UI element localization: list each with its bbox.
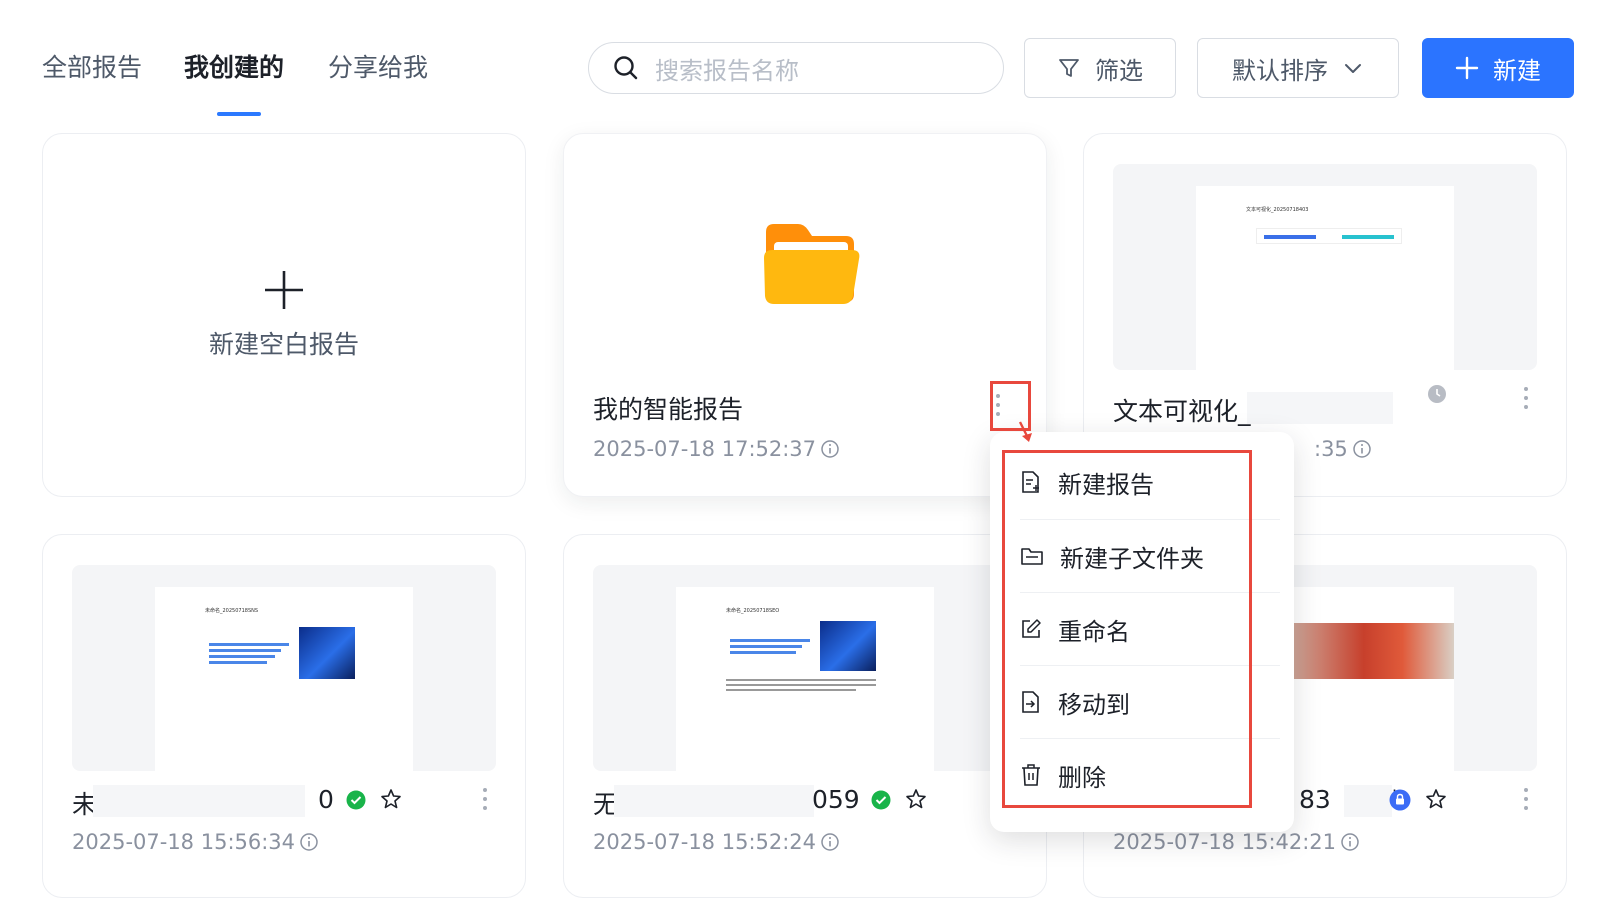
report-thumbnail: 未命名_20250718SEO [593,565,1017,771]
info-icon[interactable] [299,832,319,852]
tab-created-by-me[interactable]: 我创建的 [184,48,284,84]
thumbnail-heading: 未命名_20250718SNS [205,608,259,614]
card-date: 2025-07-18 15:42:21 [1113,830,1360,854]
sort-label: 默认排序 [1232,56,1328,85]
new-button-label: 新建 [1493,56,1541,85]
redacted-title-mask [1247,392,1393,424]
report-card-2[interactable]: 未命名_20250718SEO 无 059 2025-07-18 15:52:2… [563,534,1047,898]
thumbnail-heading: 文本可视化_20250718403 [1246,207,1309,213]
search-icon [614,56,638,80]
active-tab-indicator [217,112,261,116]
card-title-suffix: 0 [318,785,334,814]
thumbnail-heading: 未命名_20250718SEO [726,608,780,614]
clock-icon [1428,385,1446,403]
report-thumbnail: 文本可视化_20250718403 [1113,164,1537,370]
info-icon[interactable] [1340,832,1360,852]
more-options-button[interactable] [1514,781,1538,817]
star-icon[interactable] [905,788,927,810]
filter-icon [1059,59,1079,77]
card-date: 2025-07-18 15:56:34 [72,830,319,854]
tab-shared-with-me[interactable]: 分享给我 [328,48,428,84]
card-title-suffix: 059 [812,785,860,814]
star-icon[interactable] [380,788,402,810]
new-button[interactable]: 新建 [1422,38,1574,98]
report-card-1[interactable]: 未命名_20250718SNS 未 0 2025-07-18 15:56:34 [42,534,526,898]
more-options-button[interactable] [1514,380,1538,416]
info-icon[interactable] [820,832,840,852]
new-blank-report-label: 新建空白报告 [208,330,359,359]
folder-card[interactable]: 我的智能报告 2025-07-18 17:52:37 [563,133,1047,497]
card-date: 2025-07-18 15:52:24 [593,830,840,854]
filter-label: 筛选 [1095,56,1143,85]
card-title-suffix: 83 [1299,785,1331,814]
highlight-context-menu [1002,450,1252,808]
info-icon[interactable] [1352,439,1372,459]
tab-all-reports[interactable]: 全部报告 [42,48,142,84]
annotation-arrow-icon [1018,421,1032,442]
plus-icon [265,271,303,309]
published-check-icon [871,790,891,810]
folder-icon [764,224,860,304]
redacted-title-mask [93,785,305,817]
card-title: 我的智能报告 [593,395,744,424]
card-date: 2025-07-18 17:52:37 [593,437,840,461]
more-options-button[interactable] [473,781,497,817]
redacted-title-mask [614,785,814,817]
plus-icon [1455,56,1479,80]
new-blank-report-card[interactable]: 新建空白报告 [42,133,526,497]
search-input[interactable]: 搜索报告名称 [588,42,1004,94]
info-icon[interactable] [820,439,840,459]
lock-badge-icon [1389,789,1411,811]
search-placeholder: 搜索报告名称 [655,56,799,85]
card-date: :35 [1314,437,1372,461]
card-title: 文本可视化_ [1113,397,1251,426]
redacted-title-mask [1344,785,1392,817]
star-icon[interactable] [1425,788,1447,810]
published-check-icon [346,790,366,810]
filter-button[interactable]: 筛选 [1024,38,1176,98]
chevron-down-icon [1345,64,1361,73]
report-thumbnail: 未命名_20250718SNS [72,565,496,771]
sort-dropdown[interactable]: 默认排序 [1197,38,1399,98]
